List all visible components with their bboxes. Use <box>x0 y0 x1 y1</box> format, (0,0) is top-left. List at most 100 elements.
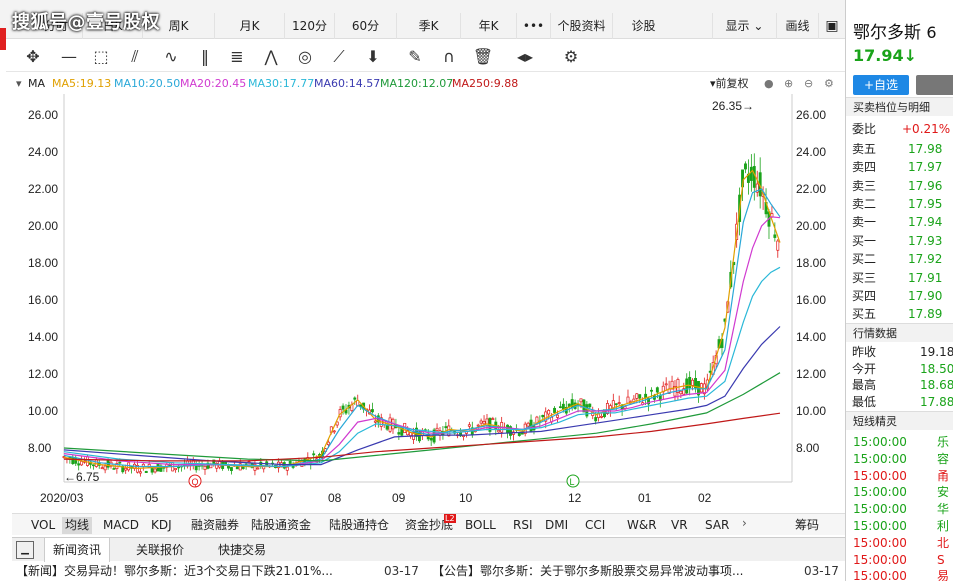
stock-profile-tab[interactable]: 个股资料 <box>550 13 612 39</box>
chart-settings-icon[interactable]: ⚙ <box>824 74 834 94</box>
chevron-down-icon: ⌄ <box>753 19 764 33</box>
indicator-tab-12[interactable]: W&R <box>624 517 660 534</box>
ask-row-0[interactable]: 卖五 17.98 <box>852 141 953 158</box>
zigzag-icon[interactable]: ⋀ <box>260 46 282 68</box>
indicator-tab-1[interactable]: 均线 <box>62 517 93 534</box>
indicator-tab-14[interactable]: SAR <box>702 517 732 534</box>
period-tab-60min[interactable]: 60分 <box>334 13 396 39</box>
ask-price: 17.98 <box>908 142 943 156</box>
gann-icon[interactable]: ⟋ <box>328 46 350 68</box>
quote-panel: 鄂尔多斯 6 17.94↓ +自选 买卖档位与明细 委比 +0.21% 卖五 17… <box>845 0 953 581</box>
sprite-row-8[interactable]: 15:00:00 易 <box>853 568 953 581</box>
eraser-icon[interactable]: ✎ <box>404 46 426 68</box>
magnet-icon[interactable]: ∩ <box>438 46 460 68</box>
wave-icon[interactable]: ∿ <box>160 46 182 68</box>
period-tab-120min[interactable]: 120分 <box>284 13 334 39</box>
sprite-stock: 利 <box>937 519 950 533</box>
sprite-row-5[interactable]: 15:00:00 利 <box>853 518 953 535</box>
ask-row-1[interactable]: 卖四 17.97 <box>852 159 953 176</box>
settings-gear-icon[interactable]: ⚙ <box>560 46 582 68</box>
indicator-tab-4[interactable]: 融资融券 <box>188 517 242 534</box>
sprite-row-6[interactable]: 15:00:00 北 <box>853 535 953 552</box>
indicator-tab-6[interactable]: 陆股通持仓 <box>326 517 392 534</box>
x-tick-8: 01 <box>638 491 652 505</box>
add-watchlist-button[interactable]: +自选 <box>853 75 909 95</box>
rectangle-icon[interactable]: ⬚ <box>90 46 112 68</box>
period-tab-month[interactable]: 月K <box>214 13 284 39</box>
period-tab-year[interactable]: 年K <box>460 13 516 39</box>
stock-name: 鄂尔多斯 6 <box>853 18 937 43</box>
y-tick-right-0: 26.00 <box>796 108 826 122</box>
candle-body <box>635 393 639 399</box>
indicator-tab-13[interactable]: VR <box>668 517 691 534</box>
sprite-stock: 华 <box>937 502 950 517</box>
display-menu-button[interactable]: 显示 ⌄ <box>712 13 776 39</box>
vertical-lines-icon[interactable]: ‖ <box>194 46 216 68</box>
y-tick-left-0: 26.00 <box>28 108 58 122</box>
sidebar-toggle-icon[interactable]: ▣ <box>818 13 845 39</box>
indicator-tab-3[interactable]: KDJ <box>148 517 175 534</box>
quote-value: 18.68 <box>920 378 953 392</box>
indicator-bar: VOL 均线 MACD KDJ 融资融券 陆股通资金 陆股通持仓 资金抄底 L2 BOLL RSI D… <box>12 513 845 535</box>
trade-button[interactable] <box>916 75 953 95</box>
sprite-row-2[interactable]: 15:00:00 甬 <box>853 468 953 485</box>
indicator-next-icon[interactable]: › <box>742 516 747 530</box>
info-icon[interactable]: ● <box>764 74 774 94</box>
news-row: 【新闻】交易异动！鄂尔多斯：近3个交易日下跌21.01%... 03-17 【公… <box>12 561 845 581</box>
chip-button[interactable]: 筹码 <box>792 517 822 534</box>
indicator-tab-8[interactable]: BOLL <box>462 517 499 534</box>
more-periods-button[interactable]: ••• <box>516 13 550 39</box>
text-lines-icon[interactable]: ≣ <box>226 46 248 68</box>
split-icon[interactable]: ◂▸ <box>514 46 536 68</box>
sprite-row-4[interactable]: 15:00:00 华 <box>853 501 953 518</box>
indicator-tab-9[interactable]: RSI <box>510 517 536 534</box>
news-item-2[interactable]: 【公告】鄂尔多斯：关于鄂尔多斯股票交易异常波动事项... <box>432 561 743 581</box>
fan-lines-icon[interactable]: ⫽ <box>124 46 146 68</box>
bid-row-3[interactable]: 买四 17.90 <box>852 288 953 305</box>
line-segment-icon[interactable]: — <box>58 46 80 68</box>
tab-news[interactable]: 新闻资讯 <box>44 538 111 562</box>
kline-chart[interactable]: 26.00 26.00 24.00 24.00 22.00 22.00 20.00 20.00… <box>12 94 845 514</box>
draw-line-button[interactable]: 画线 <box>776 13 818 39</box>
adjust-type-select[interactable]: ▾前复权 <box>710 74 749 94</box>
sprite-row-0[interactable]: 15:00:00 乐 <box>853 434 953 451</box>
bid-row-4[interactable]: 买五 17.89 <box>852 306 953 323</box>
candle-body <box>476 424 480 427</box>
indicator-tab-5[interactable]: 陆股通资金 <box>248 517 314 534</box>
ma-line-ma5 <box>63 169 781 470</box>
panel-minimize-icon[interactable]: ▁ <box>16 541 34 559</box>
tab-related-quotes[interactable]: 关联报价 <box>128 538 192 562</box>
ma-collapse-icon[interactable]: ▾ <box>16 74 22 94</box>
period-tab-quarter[interactable]: 季K <box>396 13 460 39</box>
news-item-1[interactable]: 【新闻】交易异动！鄂尔多斯：近3个交易日下跌21.01%... <box>16 561 333 581</box>
zoom-in-icon[interactable]: ⊕ <box>784 74 793 94</box>
tab-quick-trade[interactable]: 快捷交易 <box>210 538 274 562</box>
sprite-row-3[interactable]: 15:00:00 安 <box>853 484 953 501</box>
event-marker-1: L <box>570 477 575 487</box>
indicator-tab-10[interactable]: DMI <box>542 517 571 534</box>
bid-row-1[interactable]: 买二 17.92 <box>852 251 953 268</box>
indicator-tab-2[interactable]: MACD <box>100 517 142 534</box>
zoom-out-icon[interactable]: ⊖ <box>804 74 813 94</box>
bid-row-0[interactable]: 买一 17.93 <box>852 233 953 250</box>
event-marker-0: Q <box>192 477 199 487</box>
news-item-2-date: 03-17 <box>804 564 839 578</box>
ask-row-2[interactable]: 卖三 17.96 <box>852 178 953 195</box>
ask-row-3[interactable]: 卖二 17.95 <box>852 196 953 213</box>
candle-body <box>74 457 78 464</box>
move-crosshair-icon[interactable]: ✥ <box>22 46 44 68</box>
ask-row-4[interactable]: 卖一 17.94 <box>852 214 953 231</box>
indicator-tab-0[interactable]: VOL <box>28 517 58 534</box>
sprite-row-1[interactable]: 15:00:00 容 <box>853 451 953 468</box>
sprite-row-7[interactable]: 15:00:00 S <box>853 552 953 569</box>
bid-row-2[interactable]: 买三 17.91 <box>852 270 953 287</box>
trash-icon[interactable]: 🗑 <box>472 46 494 68</box>
candle-body <box>541 414 545 418</box>
diagnose-tab[interactable]: 诊股 <box>612 13 674 39</box>
price-arrow: ↓ <box>903 46 918 65</box>
arrow-down-icon[interactable]: ⬇ <box>362 46 384 68</box>
indicator-tab-11[interactable]: CCI <box>582 517 608 534</box>
x-tick-7: 12 <box>568 491 582 505</box>
cycle-icon[interactable]: ◎ <box>294 46 316 68</box>
candle-body <box>370 409 374 413</box>
